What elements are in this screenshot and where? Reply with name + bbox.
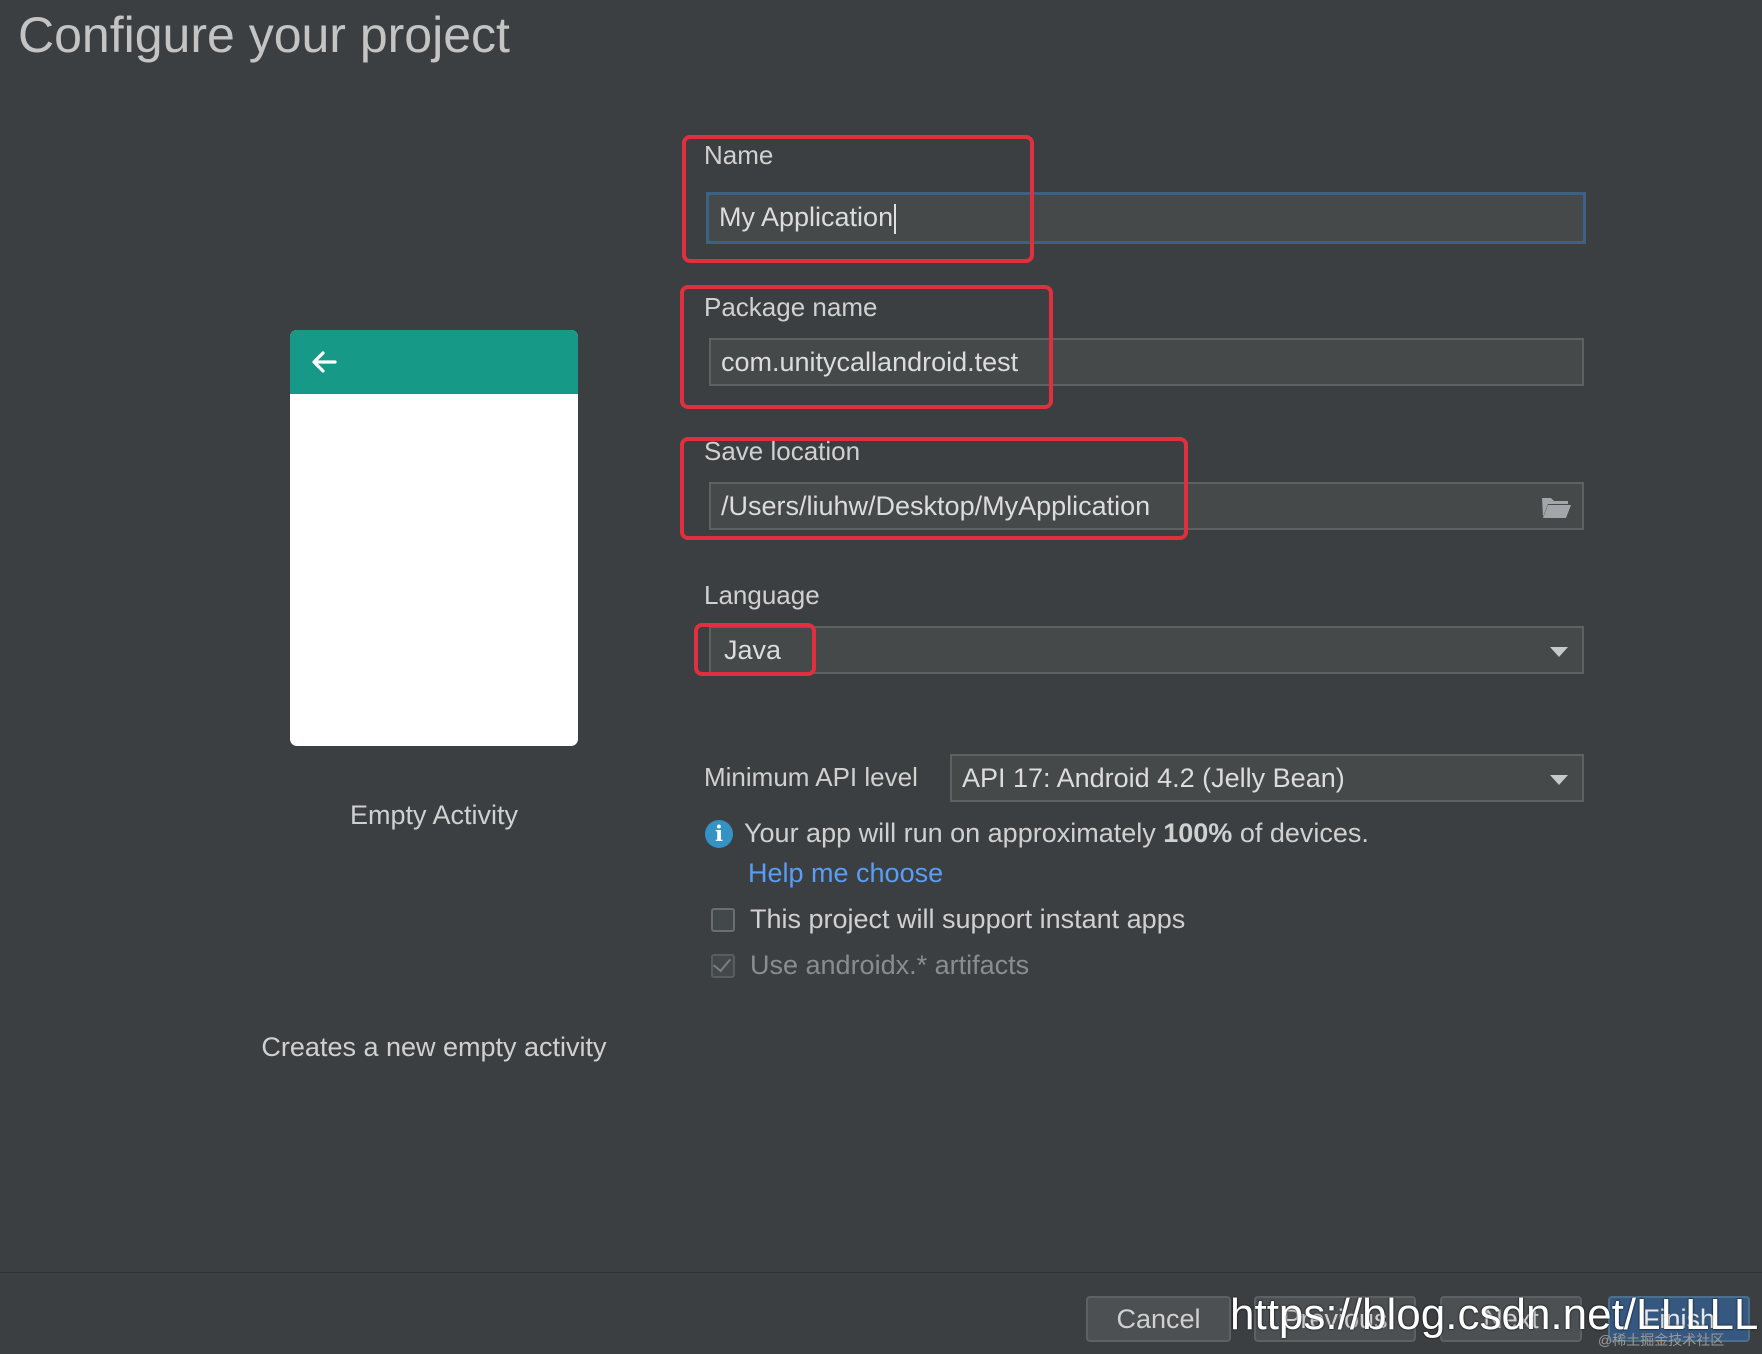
folder-icon[interactable] bbox=[1540, 494, 1572, 520]
page-title: Configure your project bbox=[18, 7, 510, 63]
cancel-button[interactable]: Cancel bbox=[1086, 1296, 1231, 1342]
androidx-label: Use androidx.* artifacts bbox=[750, 950, 1030, 980]
highlight-box-name bbox=[682, 135, 1034, 263]
highlight-box-save-location bbox=[680, 437, 1188, 540]
device-coverage-text: Your app will run on approximately 100% … bbox=[744, 818, 1369, 849]
language-select[interactable]: Java bbox=[709, 626, 1584, 674]
min-api-value: API 17: Android 4.2 (Jelly Bean) bbox=[962, 763, 1345, 793]
activity-preview bbox=[290, 330, 578, 746]
min-api-label: Minimum API level bbox=[704, 762, 918, 792]
template-name: Empty Activity bbox=[349, 800, 519, 830]
watermark-small: @稀土掘金技术社区 bbox=[1598, 1332, 1725, 1348]
template-description: Creates a new empty activity bbox=[261, 1032, 607, 1062]
androidx-checkbox bbox=[711, 953, 735, 978]
chevron-down-icon bbox=[1550, 647, 1568, 657]
preview-app-bar bbox=[290, 330, 578, 394]
footer-divider bbox=[0, 1272, 1762, 1273]
min-api-select[interactable]: API 17: Android 4.2 (Jelly Bean) bbox=[950, 754, 1584, 802]
coverage-prefix: Your app will run on approximately bbox=[744, 818, 1164, 848]
highlight-box-package bbox=[680, 285, 1053, 409]
help-me-choose-link[interactable]: Help me choose bbox=[748, 858, 943, 889]
coverage-percent: 100% bbox=[1163, 818, 1233, 848]
highlight-box-language bbox=[694, 623, 816, 676]
checkmark-icon bbox=[713, 953, 731, 973]
chevron-down-icon bbox=[1550, 775, 1568, 785]
info-icon: i bbox=[705, 820, 733, 848]
coverage-suffix: of devices. bbox=[1232, 818, 1369, 848]
instant-apps-checkbox[interactable] bbox=[711, 908, 735, 932]
arrow-left-icon bbox=[312, 351, 337, 373]
instant-apps-label[interactable]: This project will support instant apps bbox=[750, 904, 1185, 935]
language-label: Language bbox=[704, 580, 820, 610]
